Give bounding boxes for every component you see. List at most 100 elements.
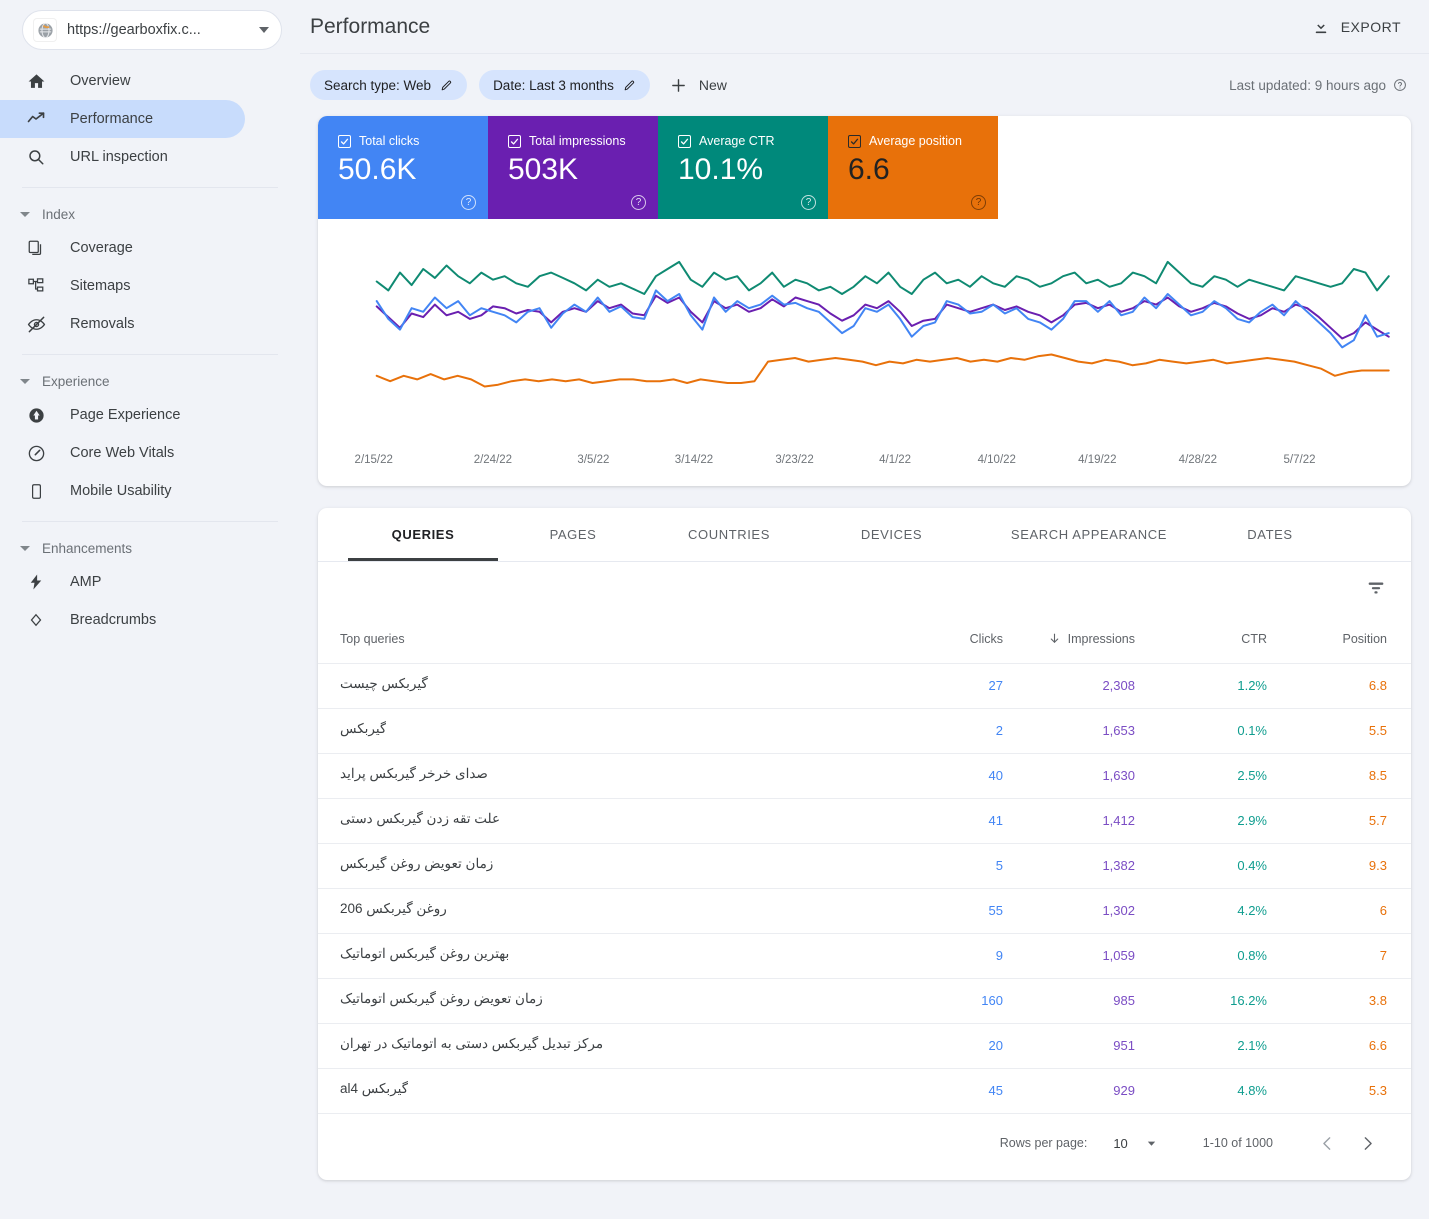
cell-ctr: 1.2%: [1135, 677, 1267, 695]
plus-icon: [670, 77, 687, 94]
x-axis-tick-label: 4/1/22: [879, 454, 912, 466]
pencil-icon[interactable]: [623, 79, 636, 92]
tab-pages[interactable]: PAGES: [498, 508, 648, 561]
page-experience-icon: [26, 405, 46, 425]
help-circle-icon[interactable]: ?: [461, 195, 476, 210]
tab-search-appearance[interactable]: SEARCH APPEARANCE: [973, 508, 1205, 561]
tab-queries[interactable]: QUERIES: [348, 508, 498, 561]
sidebar-group-experience[interactable]: Experience: [0, 366, 300, 396]
chevron-down-icon[interactable]: [259, 27, 269, 33]
cell-ctr-value: 16.2%: [1230, 993, 1267, 1008]
cell-impressions-value: 951: [1113, 1038, 1135, 1053]
sidebar-item-performance[interactable]: Performance: [0, 100, 245, 138]
cell-ctr: 0.8%: [1135, 947, 1267, 965]
metric-name: Total impressions: [529, 134, 626, 148]
filter-chip-label: Date: Last 3 months: [493, 77, 614, 93]
sidebar-item-sitemaps[interactable]: Sitemaps: [0, 267, 245, 305]
cell-clicks: 45: [871, 1082, 1003, 1100]
new-filter-button[interactable]: New: [662, 70, 735, 100]
table-row[interactable]: روغن گیربکس 206 55 1,302 4.2% 6: [318, 889, 1411, 934]
export-button[interactable]: EXPORT: [1306, 12, 1407, 42]
table-row[interactable]: گیربکس 2 1,653 0.1% 5.5: [318, 709, 1411, 754]
lightning-bolt-icon: [26, 572, 46, 592]
tab-dates[interactable]: DATES: [1205, 508, 1335, 561]
help-circle-icon[interactable]: ?: [631, 195, 646, 210]
cell-position: 5.7: [1267, 812, 1387, 830]
table-row[interactable]: زمان تعویض روغن گیربکس 5 1,382 0.4% 9.3: [318, 844, 1411, 889]
sidebar-item-coverage[interactable]: Coverage: [0, 229, 245, 267]
metric-card-total-impressions[interactable]: Total impressions 503K ?: [488, 116, 658, 219]
metric-card-total-clicks[interactable]: Total clicks 50.6K ?: [318, 116, 488, 219]
query-text: زمان تعویض روغن گیربکس: [340, 855, 494, 871]
metric-card-average-position[interactable]: Average position 6.6 ?: [828, 116, 998, 219]
column-header-query[interactable]: Top queries: [340, 632, 871, 646]
column-header-ctr[interactable]: CTR: [1135, 632, 1267, 646]
previous-page-button[interactable]: [1307, 1123, 1347, 1163]
table-row[interactable]: صدای خرخر گیربکس پراید 40 1,630 2.5% 8.5: [318, 754, 1411, 799]
checkbox-checked-icon[interactable]: [678, 134, 691, 148]
primary-nav: Overview Performance URL inspection: [0, 62, 300, 176]
table-row[interactable]: علت تقه زدن گیربکس دستی 41 1,412 2.9% 5.7: [318, 799, 1411, 844]
table-row[interactable]: بهترین روغن گیربکس اتوماتیک 9 1,059 0.8% 7: [318, 934, 1411, 979]
sidebar-item-label: URL inspection: [70, 149, 168, 165]
help-circle-icon[interactable]: [1393, 78, 1407, 92]
cell-impressions-value: 1,382: [1102, 858, 1135, 873]
sidebar-item-breadcrumbs[interactable]: Breadcrumbs: [0, 601, 245, 639]
tab-countries[interactable]: COUNTRIES: [648, 508, 810, 561]
next-page-button[interactable]: [1347, 1123, 1387, 1163]
cell-clicks: 2: [871, 722, 1003, 740]
filter-chip-date[interactable]: Date: Last 3 months: [479, 70, 650, 100]
checkbox-checked-icon[interactable]: [848, 134, 861, 148]
pencil-icon[interactable]: [440, 79, 453, 92]
sidebar-item-page-experience[interactable]: Page Experience: [0, 396, 245, 434]
table-row[interactable]: زمان تعویض روغن گیربکس اتوماتیک 160 985 16.…: [318, 979, 1411, 1024]
sidebar-group-enhancements[interactable]: Enhancements: [0, 533, 300, 563]
metric-name: Average CTR: [699, 134, 775, 148]
cell-query: بهترین روغن گیربکس اتوماتیک: [340, 946, 871, 967]
help-circle-icon[interactable]: ?: [971, 195, 986, 210]
cell-position-value: 5.5: [1368, 723, 1387, 738]
sitemap-icon: [26, 276, 46, 296]
sidebar-item-url-inspection[interactable]: URL inspection: [0, 138, 245, 176]
chart-x-axis: 2/15/22 2/24/22 3/5/22 3/14/22 3/23/22 4/1/22…: [318, 454, 1411, 476]
checkbox-checked-icon[interactable]: [338, 134, 351, 148]
metric-header: Total impressions: [508, 134, 658, 148]
page-header: Performance EXPORT: [300, 0, 1429, 54]
metric-value: 6.6: [848, 153, 890, 186]
property-selector[interactable]: https://gearboxfix.c...: [22, 10, 282, 50]
checkbox-checked-icon[interactable]: [508, 134, 521, 148]
cell-impressions-value: 2,308: [1102, 678, 1135, 693]
cell-clicks: 9: [871, 947, 1003, 965]
filter-chip-search-type[interactable]: Search type: Web: [310, 70, 468, 100]
cell-position: 3.8: [1267, 992, 1387, 1010]
sidebar-group-index[interactable]: Index: [0, 199, 300, 229]
help-circle-icon[interactable]: ?: [801, 195, 816, 210]
cell-ctr: 0.4%: [1135, 857, 1267, 875]
tab-devices[interactable]: DEVICES: [810, 508, 973, 561]
table-row[interactable]: گیربکس چیست 27 2,308 1.2% 6.8: [318, 664, 1411, 709]
cell-query: گیربکس چیست: [340, 676, 871, 697]
chart-plot-area[interactable]: 2/15/22 2/24/22 3/5/22 3/14/22 3/23/22 4/1/22…: [318, 219, 1411, 486]
sidebar-item-amp[interactable]: AMP: [0, 563, 245, 601]
cell-clicks-value: 5: [995, 858, 1003, 873]
cell-query: گیربکس: [340, 721, 871, 742]
cell-query: زمان تعویض روغن گیربکس اتوماتیک: [340, 991, 871, 1012]
rows-per-page-select[interactable]: 10: [1113, 1136, 1156, 1151]
table-row[interactable]: گیربکس al4 45 929 4.8% 5.3: [318, 1069, 1411, 1114]
cell-impressions: 1,382: [1003, 857, 1135, 875]
sidebar-item-removals[interactable]: Removals: [0, 305, 245, 343]
performance-line-chart: [318, 219, 1411, 451]
cell-clicks: 20: [871, 1037, 1003, 1055]
column-header-position[interactable]: Position: [1267, 632, 1387, 646]
cell-impressions: 1,302: [1003, 902, 1135, 920]
sidebar-item-core-web-vitals[interactable]: Core Web Vitals: [0, 434, 245, 472]
table-header-row: Top queries Clicks Impressions CTR Posit…: [318, 614, 1411, 664]
metric-card-average-ctr[interactable]: Average CTR 10.1% ?: [658, 116, 828, 219]
column-header-clicks[interactable]: Clicks: [871, 632, 1003, 646]
filter-funnel-icon[interactable]: [1365, 577, 1387, 599]
column-header-impressions[interactable]: Impressions: [1003, 632, 1135, 646]
sidebar-item-overview[interactable]: Overview: [0, 62, 245, 100]
new-filter-label: New: [698, 77, 727, 93]
sidebar-item-mobile-usability[interactable]: Mobile Usability: [0, 472, 245, 510]
table-row[interactable]: مرکز تبدیل گیربکس دستی به اتوماتیک در ته…: [318, 1024, 1411, 1069]
